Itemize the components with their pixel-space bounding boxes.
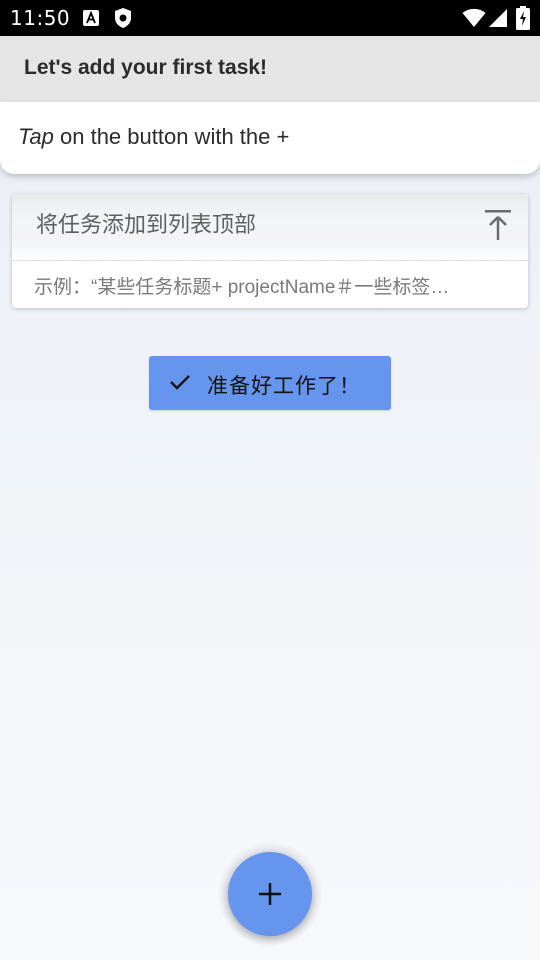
task-input[interactable] xyxy=(36,208,466,242)
status-time: 11:50 xyxy=(10,6,71,30)
tutorial-desc-text: on the button with the + xyxy=(53,124,290,149)
status-bar: 11:50 xyxy=(0,0,540,36)
tutorial-body: Tap on the button with the + xyxy=(0,102,540,174)
signal-icon xyxy=(488,8,508,33)
check-icon xyxy=(169,372,191,397)
add-to-top-button[interactable] xyxy=(482,208,514,242)
example-hint: 示例：“某些任务标题+ projectName＃一些标签… xyxy=(34,277,450,298)
tutorial-banner: Let's add your first task! Tap on the bu… xyxy=(0,36,540,174)
arrow-to-top-icon xyxy=(485,210,511,240)
shield-icon xyxy=(113,7,133,34)
tutorial-title: Let's add your first task! xyxy=(24,56,268,79)
ready-button-label: 准备好工作了！ xyxy=(207,375,361,398)
font-a-icon xyxy=(82,9,100,32)
task-input-area xyxy=(12,194,528,261)
ready-to-work-button[interactable]: 准备好工作了！ xyxy=(149,356,391,410)
add-task-fab[interactable] xyxy=(228,852,312,936)
task-input-card: 示例：“某些任务标题+ projectName＃一些标签… xyxy=(12,194,528,308)
plus-icon xyxy=(256,880,284,913)
tutorial-description: Tap on the button with the + xyxy=(18,124,289,150)
battery-icon xyxy=(516,6,530,35)
wifi-icon xyxy=(462,8,486,33)
tutorial-header: Let's add your first task! xyxy=(0,36,540,102)
tutorial-desc-emphasis: Tap xyxy=(18,124,54,149)
